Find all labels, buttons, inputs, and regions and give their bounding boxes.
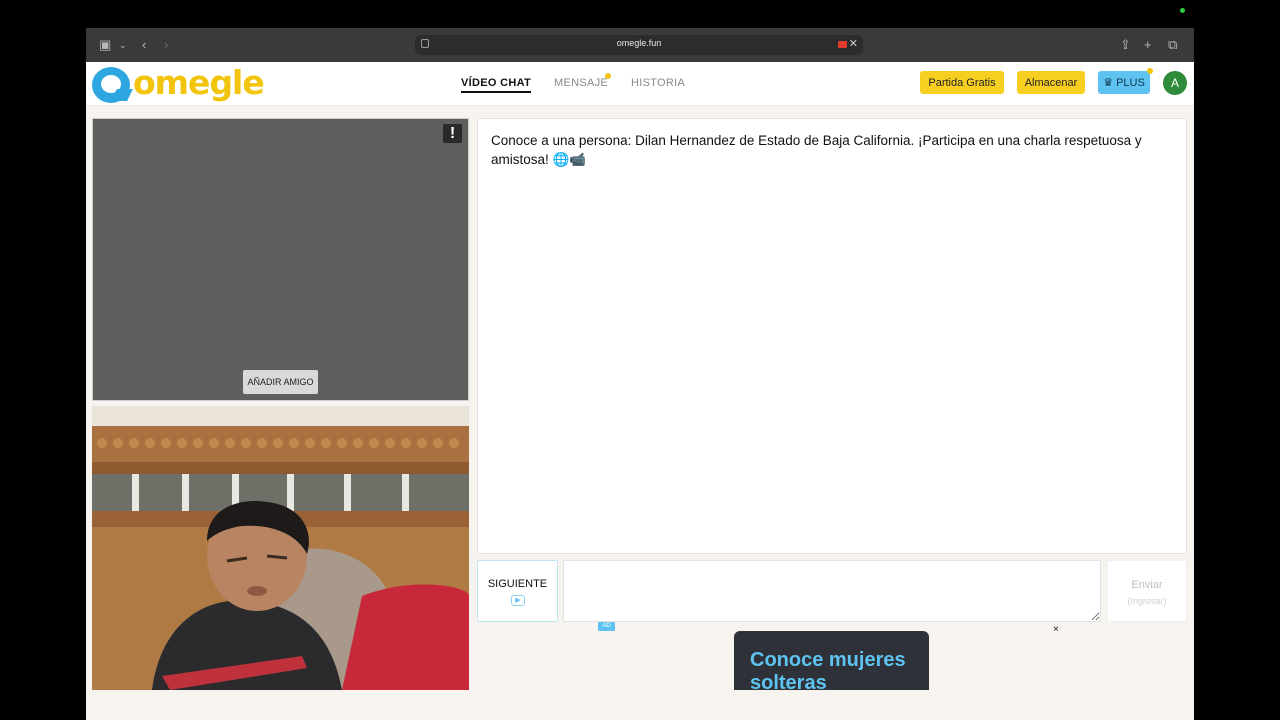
message-input[interactable] bbox=[563, 560, 1101, 622]
send-button[interactable]: Enviar (Ingresar) bbox=[1107, 560, 1187, 622]
next-button[interactable]: SIGUIENTE ▶ bbox=[477, 560, 558, 622]
plus-button[interactable]: ♛ PLUS bbox=[1098, 71, 1150, 94]
address-bar[interactable]: omegle.fun ✕ bbox=[415, 35, 863, 55]
nav-historia[interactable]: HISTORIA bbox=[631, 77, 685, 89]
store-button[interactable]: Almacenar bbox=[1017, 71, 1085, 94]
free-match-button[interactable]: Partida Gratis bbox=[920, 71, 1004, 94]
ad-badge: AD bbox=[598, 622, 615, 631]
close-icon[interactable]: ✕ bbox=[849, 37, 858, 50]
site-header: omegle VÍDEO CHAT MENSAJE HISTORIA Parti… bbox=[86, 62, 1194, 106]
camera-feed-image bbox=[92, 406, 469, 690]
send-hint: (Ingresar) bbox=[1127, 596, 1167, 606]
crown-icon: ♛ bbox=[1103, 77, 1114, 89]
plus-label: PLUS bbox=[1116, 76, 1145, 89]
logo-text: omegle bbox=[133, 63, 265, 102]
local-camera-video bbox=[92, 406, 469, 690]
report-button[interactable]: ! bbox=[443, 124, 462, 143]
page-footer bbox=[86, 690, 1194, 720]
browser-window: ▣ ⌄ ‹ › omegle.fun ✕ ⇪ + ⧉ omegle VÍDEO … bbox=[86, 28, 1194, 720]
tab-overview-icon[interactable]: ⧉ bbox=[1168, 37, 1177, 53]
ad-headline: Conoce mujeres solteras bbox=[750, 649, 906, 694]
remote-video: ! AÑADIR AMIGO bbox=[92, 118, 469, 401]
new-tab-icon[interactable]: + bbox=[1144, 37, 1152, 53]
share-icon[interactable]: ⇪ bbox=[1120, 37, 1131, 53]
camera-recording-icon[interactable] bbox=[838, 41, 847, 48]
browser-toolbar: ▣ ⌄ ‹ › omegle.fun ✕ ⇪ + ⧉ bbox=[86, 28, 1194, 62]
send-label: Enviar bbox=[1131, 579, 1163, 591]
nav-video-chat[interactable]: VÍDEO CHAT bbox=[461, 77, 532, 93]
chat-log: Conoce a una persona: Dilan Hernandez de… bbox=[477, 118, 1187, 554]
chevron-down-icon[interactable]: ⌄ bbox=[119, 37, 127, 53]
forward-icon[interactable]: › bbox=[164, 37, 168, 53]
back-icon[interactable]: ‹ bbox=[142, 37, 146, 53]
next-label: SIGUIENTE bbox=[487, 578, 548, 590]
ad-close-icon[interactable]: × bbox=[1053, 624, 1059, 635]
avatar[interactable]: A bbox=[1163, 71, 1187, 95]
status-dot bbox=[1180, 8, 1185, 13]
plus-notification-dot bbox=[1147, 68, 1153, 74]
nav-mensaje[interactable]: MENSAJE bbox=[554, 77, 608, 89]
notification-dot bbox=[605, 73, 611, 79]
add-friend-button[interactable]: AÑADIR AMIGO bbox=[243, 370, 318, 394]
system-message: Conoce a una persona: Dilan Hernandez de… bbox=[491, 133, 1142, 167]
screen: ▣ ⌄ ‹ › omegle.fun ✕ ⇪ + ⧉ omegle VÍDEO … bbox=[0, 0, 1280, 720]
play-icon: ▶ bbox=[511, 595, 525, 606]
omegle-logo[interactable]: omegle bbox=[92, 63, 265, 103]
url-text: omegle.fun bbox=[616, 38, 662, 48]
sidebar-toggle-icon[interactable]: ▣ bbox=[99, 37, 111, 53]
